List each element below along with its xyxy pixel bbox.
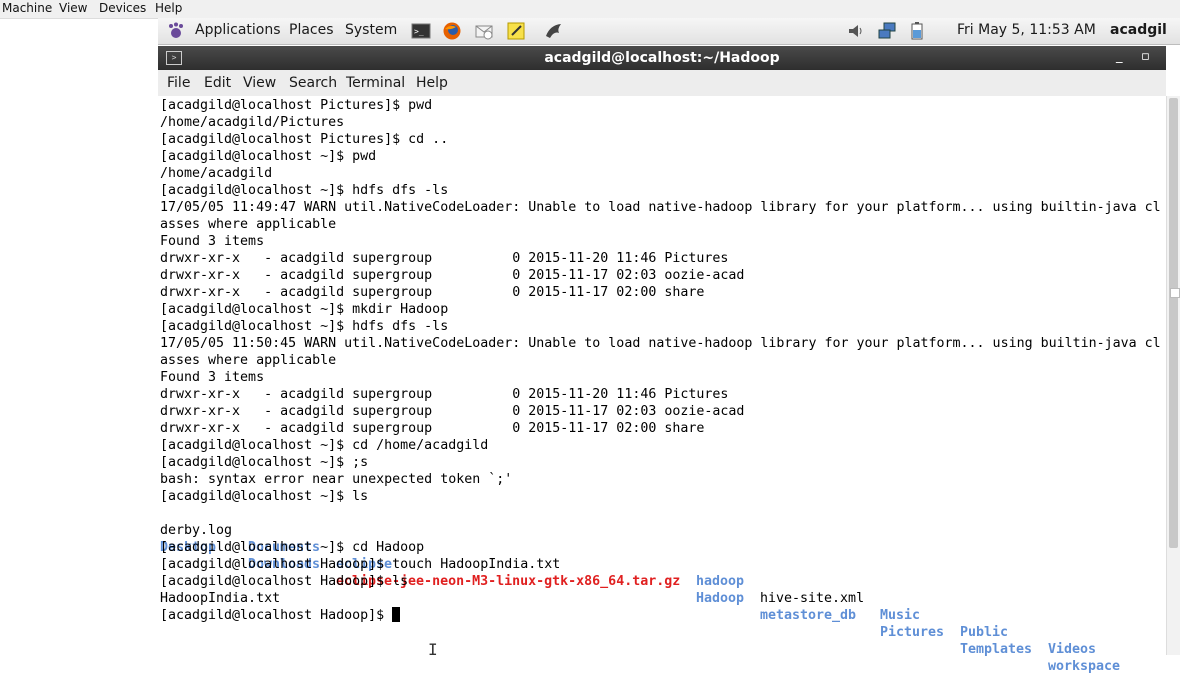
firefox-icon[interactable] bbox=[442, 21, 462, 41]
ls-file: hive-site.xml bbox=[760, 591, 865, 606]
host-menu-help[interactable]: Help bbox=[155, 1, 182, 15]
terminal-line: [acadgild@localhost ~]$ hdfs dfs -ls bbox=[160, 319, 449, 334]
terminal-line: [acadgild@localhost Hadoop]$ ls bbox=[160, 574, 409, 589]
terminal-line: [acadgild@localhost ~]$ cd Hadoop bbox=[160, 540, 425, 555]
ls-dir: metastore_db bbox=[760, 608, 857, 623]
terminal-line: 17/05/05 11:49:47 WARN util.NativeCodeLo… bbox=[160, 200, 1161, 215]
mail-icon[interactable] bbox=[474, 21, 494, 41]
terminal-output[interactable]: [acadgild@localhost Pictures]$ pwd /home… bbox=[158, 96, 1166, 674]
ls-dir: Music bbox=[880, 608, 921, 623]
gnome-foot-icon[interactable] bbox=[166, 21, 186, 41]
ls-dir: hadoop bbox=[696, 574, 745, 589]
scrollbar-thumb[interactable] bbox=[1169, 98, 1178, 548]
terminal-line: /home/acadgild/Pictures bbox=[160, 115, 345, 130]
notes-icon[interactable] bbox=[506, 21, 526, 41]
panel-clock[interactable]: Fri May 5, 11:53 AM bbox=[957, 22, 1096, 38]
terminal-line: 17/05/05 11:50:45 WARN util.NativeCodeLo… bbox=[160, 336, 1161, 351]
host-menu-machine[interactable]: Machine bbox=[2, 1, 52, 15]
terminal-line: HadoopIndia.txt bbox=[160, 591, 281, 606]
terminal-line: drwxr-xr-x - acadgild supergroup 0 2015-… bbox=[160, 268, 745, 283]
terminal-menubar: File Edit View Search Terminal Help bbox=[158, 70, 1166, 97]
guest-desktop: Applications Places System >_ Fri May 5,… bbox=[158, 18, 1180, 674]
network-icon[interactable] bbox=[877, 21, 897, 41]
terminal-line: [acadgild@localhost ~]$ hdfs dfs -ls bbox=[160, 183, 449, 198]
terminal-line: [acadgild@localhost Hadoop]$ touch Hadoo… bbox=[160, 557, 561, 572]
host-menu-devices[interactable]: Devices bbox=[99, 1, 146, 15]
menu-view[interactable]: View bbox=[243, 75, 276, 91]
gnome-panel: Applications Places System >_ Fri May 5,… bbox=[158, 18, 1180, 45]
terminal-scrollbar[interactable] bbox=[1166, 96, 1180, 655]
panel-user[interactable]: acadgil bbox=[1110, 22, 1167, 38]
system-menu[interactable]: System bbox=[345, 22, 397, 38]
terminal-line: Found 3 items bbox=[160, 370, 265, 385]
ls-dir: Pictures bbox=[880, 625, 945, 640]
menu-edit[interactable]: Edit bbox=[204, 75, 231, 91]
ls-dir: Templates bbox=[960, 642, 1033, 657]
terminal-line: [acadgild@localhost ~]$ cd /home/acadgil… bbox=[160, 438, 489, 453]
shell-prompt: [acadgild@localhost Hadoop]$ bbox=[160, 608, 393, 623]
host-menu-view[interactable]: View bbox=[59, 1, 87, 15]
terminal-line: [acadgild@localhost Pictures]$ pwd bbox=[160, 98, 433, 113]
ls-dir: Hadoop bbox=[696, 591, 745, 606]
ibeam-cursor-icon: I bbox=[428, 640, 438, 659]
terminal-line: drwxr-xr-x - acadgild supergroup 0 2015-… bbox=[160, 421, 705, 436]
terminal-line: drwxr-xr-x - acadgild supergroup 0 2015-… bbox=[160, 285, 705, 300]
minimize-button[interactable]: _ bbox=[1116, 49, 1123, 64]
terminal-icon[interactable]: >_ bbox=[411, 21, 431, 41]
terminal-line: asses where applicable bbox=[160, 217, 337, 232]
terminal-line: [acadgild@localhost Pictures]$ cd .. bbox=[160, 132, 449, 147]
host-menubar: Machine View Devices Help bbox=[0, 0, 1180, 19]
window-title: acadgild@localhost:~/Hadoop bbox=[544, 50, 780, 66]
scroll-marker bbox=[1170, 288, 1180, 298]
terminal-line: [acadgild@localhost ~]$ mkdir Hadoop bbox=[160, 302, 449, 317]
terminal-line: drwxr-xr-x - acadgild supergroup 0 2015-… bbox=[160, 387, 729, 402]
terminal-line: [acadgild@localhost ~]$ pwd bbox=[160, 149, 377, 164]
terminal-line: Found 3 items bbox=[160, 234, 265, 249]
battery-icon[interactable] bbox=[907, 21, 927, 41]
terminal-line: /home/acadgild bbox=[160, 166, 273, 181]
maximize-button[interactable]: ▫ bbox=[1141, 49, 1150, 64]
terminal-line: [acadgild@localhost ~]$ ls bbox=[160, 489, 369, 504]
prompt-line[interactable]: [acadgild@localhost Hadoop]$ bbox=[160, 607, 401, 624]
terminal-line: asses where applicable bbox=[160, 353, 337, 368]
terminal-line: bash: syntax error near unexpected token… bbox=[160, 472, 513, 487]
ls-dir: workspace bbox=[1048, 659, 1121, 674]
window-titlebar[interactable]: > acadgild@localhost:~/Hadoop _ ▫ bbox=[158, 46, 1166, 70]
ls-dir: Videos bbox=[1048, 642, 1097, 657]
volume-icon[interactable] bbox=[846, 21, 866, 41]
svg-text:>_: >_ bbox=[414, 27, 424, 36]
terminal-line: drwxr-xr-x - acadgild supergroup 0 2015-… bbox=[160, 251, 729, 266]
text-cursor bbox=[392, 607, 401, 622]
host-side-area bbox=[0, 19, 158, 655]
terminal-line: drwxr-xr-x - acadgild supergroup 0 2015-… bbox=[160, 404, 745, 419]
menu-help[interactable]: Help bbox=[416, 75, 448, 91]
dolphin-icon[interactable] bbox=[544, 21, 564, 41]
applications-menu[interactable]: Applications bbox=[195, 22, 281, 38]
terminal-line: [acadgild@localhost ~]$ ;s bbox=[160, 455, 369, 470]
places-menu[interactable]: Places bbox=[289, 22, 334, 38]
ls-dir: Public bbox=[960, 625, 1009, 640]
menu-terminal[interactable]: Terminal bbox=[346, 75, 405, 91]
menu-file[interactable]: File bbox=[167, 75, 190, 91]
menu-search[interactable]: Search bbox=[289, 75, 337, 91]
